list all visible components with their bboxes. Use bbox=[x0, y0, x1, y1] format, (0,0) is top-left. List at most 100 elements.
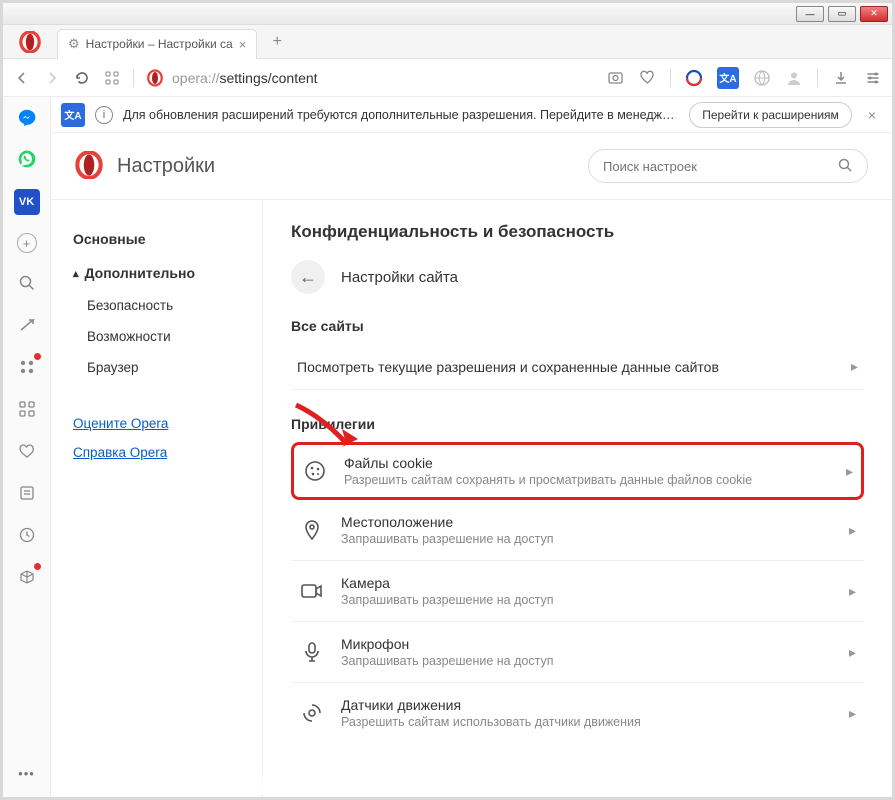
back-label: Настройки сайта bbox=[341, 269, 458, 286]
chevron-right-icon: ▸ bbox=[849, 583, 856, 600]
settings-header: Настройки bbox=[51, 133, 892, 199]
heart-icon[interactable] bbox=[638, 69, 656, 87]
motion-icon bbox=[299, 700, 325, 726]
url-field[interactable]: opera://settings/content bbox=[146, 69, 594, 87]
cookies-title: Файлы cookie bbox=[344, 455, 830, 471]
all-sites-heading: Все сайты bbox=[291, 318, 864, 334]
easysetup-icon[interactable] bbox=[864, 69, 882, 87]
sidebar-add-button[interactable]: + bbox=[17, 233, 37, 253]
translate-icon[interactable]: 文A bbox=[717, 67, 739, 89]
info-icon: i bbox=[95, 106, 113, 124]
browser-tab[interactable]: ⚙ Настройки – Настройки са × bbox=[57, 29, 257, 59]
tab-strip: ⚙ Настройки – Настройки са × + bbox=[3, 25, 892, 59]
location-title: Местоположение bbox=[341, 514, 833, 530]
goto-extensions-button[interactable]: Перейти к расширениям bbox=[689, 102, 852, 128]
nav-security[interactable]: Безопасность bbox=[51, 290, 262, 321]
chevron-right-icon: ▸ bbox=[846, 463, 853, 480]
close-window-button[interactable]: ✕ bbox=[860, 6, 888, 22]
chevron-right-icon: ▸ bbox=[849, 705, 856, 722]
adblock-icon[interactable] bbox=[685, 69, 703, 87]
section-title: Конфиденциальность и безопасность bbox=[291, 222, 864, 242]
microphone-icon bbox=[299, 639, 325, 665]
sidebar-settings-icon[interactable]: ••• bbox=[15, 761, 39, 785]
location-subtitle: Запрашивать разрешение на доступ bbox=[341, 532, 833, 546]
settings-nav: Основные ▴ Дополнительно Безопасность Во… bbox=[51, 200, 263, 797]
personal-news-icon[interactable] bbox=[15, 481, 39, 505]
motion-subtitle: Разрешить сайтам использовать датчики дв… bbox=[341, 715, 833, 729]
profile-icon[interactable] bbox=[785, 69, 803, 87]
view-permissions-row[interactable]: Посмотреть текущие разрешения и сохранен… bbox=[291, 344, 864, 390]
vk-icon[interactable]: VK bbox=[14, 189, 40, 215]
opera-menu-button[interactable] bbox=[17, 29, 43, 55]
divider bbox=[817, 69, 818, 87]
location-icon bbox=[299, 517, 325, 543]
notification-bar: 文A i Для обновления расширений требуются… bbox=[51, 97, 892, 133]
minimize-button[interactable]: — bbox=[796, 6, 824, 22]
divider bbox=[670, 69, 671, 87]
url-text: opera://settings/content bbox=[172, 70, 318, 86]
chevron-up-icon: ▴ bbox=[73, 267, 79, 280]
cookie-icon bbox=[302, 458, 328, 484]
search-input[interactable] bbox=[603, 159, 829, 174]
notification-close-button[interactable]: × bbox=[862, 107, 882, 123]
back-circle-button[interactable]: ← bbox=[291, 260, 325, 294]
settings-main: Конфиденциальность и безопасность ← Наст… bbox=[263, 200, 892, 797]
opera-logo-icon bbox=[75, 151, 103, 182]
microphone-subtitle: Запрашивать разрешение на доступ bbox=[341, 654, 833, 668]
camera-title: Камера bbox=[341, 575, 833, 591]
privileges-heading: Привилегии bbox=[291, 416, 864, 432]
page-title: Настройки bbox=[117, 155, 574, 178]
camera-subtitle: Запрашивать разрешение на доступ bbox=[341, 593, 833, 607]
news-icon[interactable] bbox=[15, 355, 39, 379]
rate-link[interactable]: Оцените Opera bbox=[51, 409, 262, 438]
maximize-button[interactable]: ▭ bbox=[828, 6, 856, 22]
messenger-icon[interactable] bbox=[16, 107, 38, 129]
nav-basic[interactable]: Основные bbox=[51, 222, 262, 256]
whatsapp-icon[interactable] bbox=[15, 147, 39, 171]
location-row[interactable]: Местоположение Запрашивать разрешение на… bbox=[291, 500, 864, 561]
vpn-icon[interactable] bbox=[753, 69, 771, 87]
back-button[interactable] bbox=[13, 69, 31, 87]
nav-advanced[interactable]: ▴ Дополнительно bbox=[51, 256, 262, 290]
help-link[interactable]: Справка Opera bbox=[51, 438, 262, 467]
address-bar: opera://settings/content 文A bbox=[3, 59, 892, 97]
motion-title: Датчики движения bbox=[341, 697, 833, 713]
new-tab-button[interactable]: + bbox=[265, 30, 289, 54]
cookies-subtitle: Разрешить сайтам сохранять и просматрива… bbox=[344, 473, 830, 487]
forward-button[interactable] bbox=[43, 69, 61, 87]
nav-browser[interactable]: Браузер bbox=[51, 352, 262, 383]
close-tab-button[interactable]: × bbox=[239, 37, 247, 52]
camera-icon bbox=[299, 578, 325, 604]
microphone-row[interactable]: Микрофон Запрашивать разрешение на досту… bbox=[291, 622, 864, 683]
gear-icon: ⚙ bbox=[68, 36, 80, 52]
search-icon[interactable] bbox=[15, 271, 39, 295]
divider bbox=[133, 69, 134, 87]
speeddial-icon[interactable] bbox=[15, 397, 39, 421]
tab-title: Настройки – Настройки са bbox=[86, 37, 233, 51]
back-row: ← Настройки сайта bbox=[291, 260, 864, 294]
window-titlebar: — ▭ ✕ bbox=[3, 3, 892, 25]
content-area: 文A i Для обновления расширений требуются… bbox=[51, 97, 892, 797]
cookies-row[interactable]: Файлы cookie Разрешить сайтам сохранять … bbox=[291, 442, 864, 500]
camera-row[interactable]: Камера Запрашивать разрешение на доступ … bbox=[291, 561, 864, 622]
history-icon[interactable] bbox=[15, 523, 39, 547]
chevron-right-icon: ▸ bbox=[849, 644, 856, 661]
speeddial-button[interactable] bbox=[103, 69, 121, 87]
opera-small-icon bbox=[146, 69, 164, 87]
microphone-title: Микрофон bbox=[341, 636, 833, 652]
snapshot-icon[interactable] bbox=[606, 69, 624, 87]
reload-button[interactable] bbox=[73, 69, 91, 87]
notification-text: Для обновления расширений требуются допо… bbox=[123, 108, 679, 122]
settings-search[interactable] bbox=[588, 149, 868, 183]
nav-features[interactable]: Возможности bbox=[51, 321, 262, 352]
flow-icon[interactable] bbox=[15, 313, 39, 337]
search-icon bbox=[837, 157, 853, 176]
motion-row[interactable]: Датчики движения Разрешить сайтам исполь… bbox=[291, 683, 864, 743]
chevron-right-icon: ▸ bbox=[851, 358, 858, 375]
chevron-right-icon: ▸ bbox=[849, 522, 856, 539]
browser-sidebar: VK + ••• bbox=[3, 97, 51, 797]
extensions-icon[interactable] bbox=[15, 565, 39, 589]
download-icon[interactable] bbox=[832, 69, 850, 87]
window: — ▭ ✕ ⚙ Настройки – Настройки са × + ope… bbox=[0, 0, 895, 800]
bookmarks-heart-icon[interactable] bbox=[15, 439, 39, 463]
